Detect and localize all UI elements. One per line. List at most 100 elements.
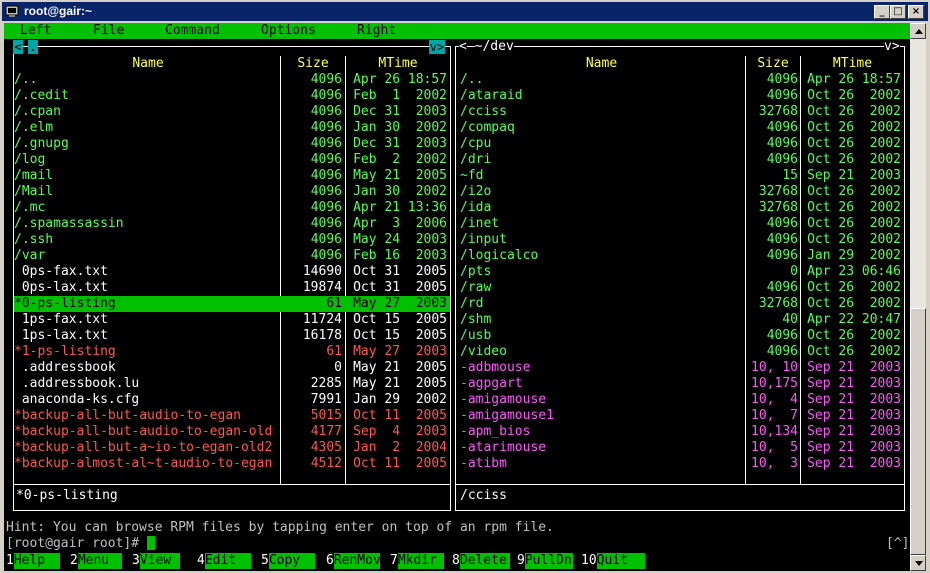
file-mtime: Apr 3 2006: [353, 216, 447, 231]
file-mtime: Sep 21 2003: [807, 408, 901, 423]
file-size: 19874: [302, 280, 342, 295]
shell-prompt[interactable]: [root@gair root]#: [6, 536, 155, 552]
fkey-menu[interactable]: 2Menu: [70, 553, 122, 569]
fkey-renmov[interactable]: 6RenMov: [326, 553, 381, 569]
file-name: /mail: [14, 168, 54, 183]
fkey-copy[interactable]: 5Copy: [261, 553, 315, 569]
right-panel-left-border: [455, 46, 456, 511]
fkey-edit[interactable]: 4Edit: [197, 553, 251, 569]
left-panel-tag-mid[interactable]: .: [28, 40, 38, 54]
scroll-down-button[interactable]: [910, 555, 926, 571]
file-size: 61: [326, 296, 342, 311]
file-name: -atibm: [460, 456, 507, 471]
fkey-view[interactable]: 3View: [132, 553, 180, 569]
right-panel-right-border: [904, 46, 905, 511]
right-panel-status-divider: [455, 484, 905, 485]
file-name: /.mc: [14, 200, 46, 215]
file-name: 0ps-lax.txt: [14, 280, 108, 295]
file-name: /dri: [460, 152, 492, 167]
minimize-button[interactable]: _: [874, 5, 890, 19]
file-size: 4096: [766, 344, 798, 359]
file-mtime: Sep 4 2003: [353, 424, 447, 439]
fkey-quit[interactable]: 10Quit: [581, 553, 645, 569]
fkey-mkdir[interactable]: 7Mkdir: [390, 553, 444, 569]
fkey-delete[interactable]: 8Delete: [452, 553, 510, 569]
file-name: /.cpan: [14, 104, 61, 119]
fkey-label: View: [139, 553, 180, 569]
right-panel-bottom-border: [455, 510, 905, 511]
left-panel-tag-right[interactable]: v>: [429, 40, 445, 54]
file-size: 4096: [766, 152, 798, 167]
fkey-label: Delete: [459, 553, 510, 569]
menu-left[interactable]: Left: [20, 23, 51, 39]
file-size: 32768: [758, 200, 798, 215]
scroll-thumb[interactable]: [910, 308, 926, 555]
left-header-name[interactable]: Name: [16, 56, 280, 72]
fkey-number: 7: [390, 553, 398, 568]
file-mtime: Apr 21 13:36: [353, 200, 447, 215]
file-mtime: Oct 26 2002: [807, 104, 901, 119]
file-name: 1ps-fax.txt: [14, 312, 108, 327]
fkey-label: Edit: [204, 553, 251, 569]
left-header-mtime[interactable]: MTime: [347, 56, 449, 72]
file-size: 61: [326, 344, 342, 359]
file-mtime: Oct 26 2002: [807, 88, 901, 103]
mc-menu-bar: Left File Command Options Right: [4, 23, 910, 39]
arrow-down-icon: [915, 561, 923, 566]
menu-command[interactable]: Command: [165, 23, 220, 39]
menu-file[interactable]: File: [93, 23, 124, 39]
close-button[interactable]: ×: [908, 5, 924, 19]
menu-right[interactable]: Right: [357, 23, 396, 39]
fkey-number: 1: [6, 553, 14, 568]
right-panel-tag-right[interactable]: v>: [884, 39, 900, 55]
file-name: ~fd: [460, 168, 484, 183]
right-header-name[interactable]: Name: [459, 56, 744, 72]
file-size: 4096: [766, 232, 798, 247]
file-mtime: Oct 26 2002: [807, 296, 901, 311]
menu-options[interactable]: Options: [261, 23, 316, 39]
left-panel-status: *0-ps-listing: [16, 488, 118, 503]
file-mtime: Oct 31 2005: [353, 280, 447, 295]
scroll-up-button[interactable]: [910, 23, 926, 39]
file-mtime: Sep 21 2003: [807, 456, 901, 471]
fkey-number: 5: [261, 553, 269, 568]
fkey-pulldn[interactable]: 9PullDn: [517, 553, 573, 569]
fkey-help[interactable]: 1Help: [6, 553, 60, 569]
file-mtime: Sep 21 2003: [807, 440, 901, 455]
arrow-up-icon: [915, 29, 923, 34]
left-panel-tag-left[interactable]: <: [13, 40, 23, 54]
file-mtime: Oct 26 2002: [807, 216, 901, 231]
right-panel-path[interactable]: <—~/dev: [459, 39, 514, 55]
right-header-mtime[interactable]: MTime: [802, 56, 903, 72]
file-mtime: Jan 30 2002: [353, 120, 447, 135]
file-mtime: Apr 23 06:46: [807, 264, 901, 279]
file-size: 4096: [310, 168, 342, 183]
left-panel-status-divider: [13, 484, 451, 485]
file-size: 10, 10: [751, 360, 798, 375]
terminal-area[interactable]: Left File Command Options Right < . v> <—~/d…: [4, 23, 910, 571]
file-size: 2285: [310, 376, 342, 391]
vertical-scrollbar[interactable]: [910, 23, 926, 571]
fkey-number: 10: [581, 553, 597, 568]
fkey-label: Quit: [596, 553, 645, 569]
file-name: /cpu: [460, 136, 492, 151]
maximize-button[interactable]: □: [890, 5, 906, 19]
file-name: .addressbook: [14, 360, 116, 375]
right-panel-top-border: [455, 46, 905, 47]
file-name: *1-ps-listing: [14, 344, 116, 359]
file-name: .addressbook.lu: [14, 376, 140, 391]
file-mtime: Oct 26 2002: [807, 280, 901, 295]
right-header-size[interactable]: Size: [747, 56, 799, 72]
file-size: 10, 4: [751, 392, 798, 407]
file-mtime: Oct 15 2005: [353, 312, 447, 327]
file-mtime: May 21 2005: [353, 376, 447, 391]
left-header-size[interactable]: Size: [282, 56, 344, 72]
file-size: 10,134: [751, 424, 798, 439]
file-name: *backup-all-but-audio-to-egan-old: [14, 424, 273, 439]
file-name: -amigamouse: [460, 392, 547, 407]
file-mtime: Oct 26 2002: [807, 152, 901, 167]
file-size: 16178: [302, 328, 342, 343]
title-bar[interactable]: root@gair:~ _ □ ×: [2, 2, 928, 21]
file-name: /.cedit: [14, 88, 69, 103]
file-name: *backup-all-but-a~io-to-egan-old2: [14, 440, 273, 455]
